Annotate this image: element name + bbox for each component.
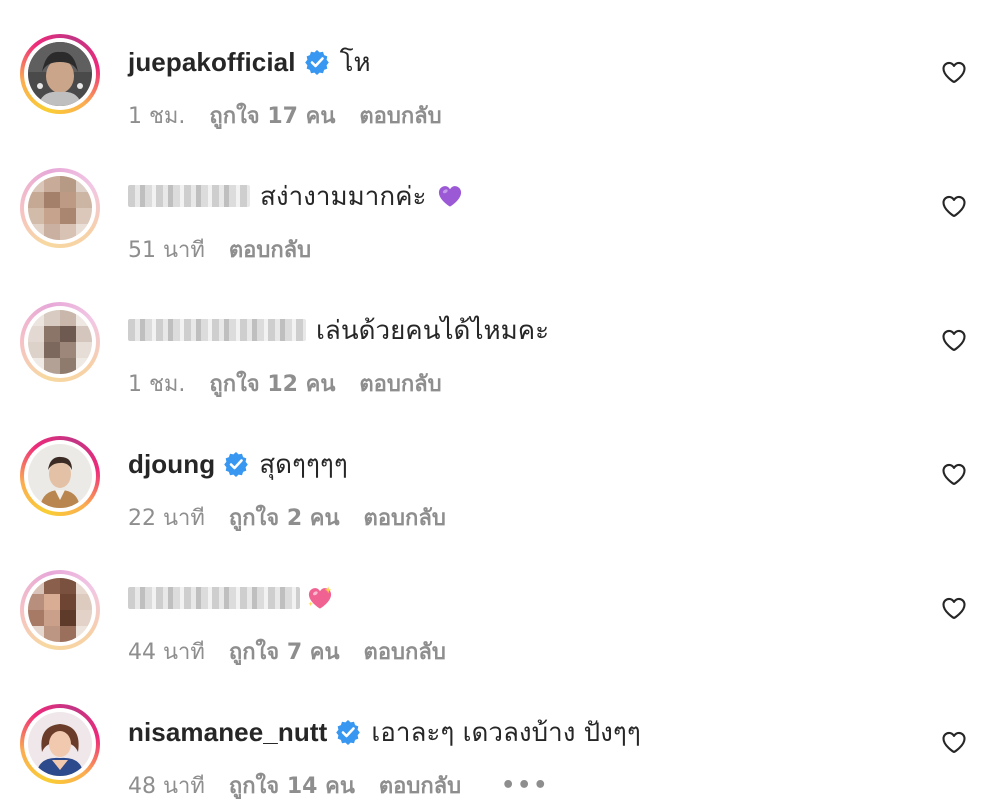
avatar[interactable] (28, 42, 92, 106)
avatar[interactable] (28, 444, 92, 508)
comment-item: เล่นด้วยคนได้ไหมคะ 1 ชม. ถูกใจ 12 คน ตอบ… (0, 268, 990, 402)
likes-count[interactable]: ถูกใจ 14 คน (229, 768, 355, 803)
reply-button[interactable]: ตอบกลับ (364, 500, 446, 535)
comment-item: djoung สุดๆๆๆๆ 22 นาที ถูกใจ 2 คน ตอบกลั… (0, 402, 990, 536)
username-redacted[interactable] (128, 319, 306, 341)
story-ring[interactable] (20, 302, 100, 382)
reply-button[interactable]: ตอบกลับ (364, 634, 446, 669)
comment-text: โห (339, 47, 371, 78)
comment-time[interactable]: 51 นาที (128, 232, 205, 267)
story-ring[interactable] (20, 436, 100, 516)
verified-badge-icon (335, 719, 361, 745)
username[interactable]: djoung (128, 449, 215, 480)
reply-button[interactable]: ตอบกลับ (359, 98, 441, 133)
likes-count[interactable]: ถูกใจ 2 คน (229, 500, 340, 535)
comment-item: nisamanee_nutt เอาละๆ เดวลงบ้าง ปังๆๆ 48… (0, 670, 990, 804)
username-redacted[interactable] (128, 587, 300, 609)
username[interactable]: nisamanee_nutt (128, 717, 327, 748)
reply-button[interactable]: ตอบกลับ (359, 366, 441, 401)
comment-time[interactable]: 22 นาที (128, 500, 205, 535)
heart-outline-icon[interactable] (940, 460, 968, 488)
heart-outline-icon[interactable] (940, 594, 968, 622)
story-ring[interactable] (20, 34, 100, 114)
likes-count[interactable]: ถูกใจ 7 คน (229, 634, 340, 669)
verified-badge-icon (223, 451, 249, 477)
comment-time[interactable]: 44 นาที (128, 634, 205, 669)
likes-count[interactable]: ถูกใจ 12 คน (209, 366, 335, 401)
heart-outline-icon[interactable] (940, 326, 968, 354)
likes-count[interactable]: ถูกใจ 17 คน (209, 98, 335, 133)
heart-outline-icon[interactable] (940, 58, 968, 86)
username[interactable]: juepakofficial (128, 47, 296, 78)
avatar[interactable] (28, 578, 92, 642)
comment-text: สุดๆๆๆๆ (259, 449, 348, 480)
avatar[interactable] (28, 310, 92, 374)
heart-outline-icon[interactable] (940, 728, 968, 756)
comment-time[interactable]: 1 ชม. (128, 366, 185, 401)
sparkling-heart-icon (306, 584, 334, 612)
comment-text: สง่างามมากค่ะ (260, 181, 427, 212)
avatar[interactable] (28, 176, 92, 240)
username-redacted[interactable] (128, 185, 250, 207)
comment-time[interactable]: 1 ชม. (128, 98, 185, 133)
comment-text: เล่นด้วยคนได้ไหมคะ (316, 315, 550, 346)
comment-item: juepakofficial โห 1 ชม. ถูกใจ 17 คน ตอบก… (0, 0, 990, 134)
avatar[interactable] (28, 712, 92, 776)
story-ring[interactable] (20, 168, 100, 248)
reply-button[interactable]: ตอบกลับ (379, 768, 461, 803)
heart-outline-icon[interactable] (940, 192, 968, 220)
reply-button[interactable]: ตอบกลับ (229, 232, 311, 267)
more-options-button[interactable]: ••• (501, 773, 549, 798)
verified-badge-icon (304, 49, 330, 75)
story-ring[interactable] (20, 570, 100, 650)
story-ring[interactable] (20, 704, 100, 784)
comment-item: สง่างามมากค่ะ 51 นาที ตอบกลับ (0, 134, 990, 268)
comment-time[interactable]: 48 นาที (128, 768, 205, 803)
purple-heart-icon (436, 182, 464, 210)
comment-item: 44 นาที ถูกใจ 7 คน ตอบกลับ (0, 536, 990, 670)
comment-text: เอาละๆ เดวลงบ้าง ปังๆๆ (371, 717, 641, 748)
